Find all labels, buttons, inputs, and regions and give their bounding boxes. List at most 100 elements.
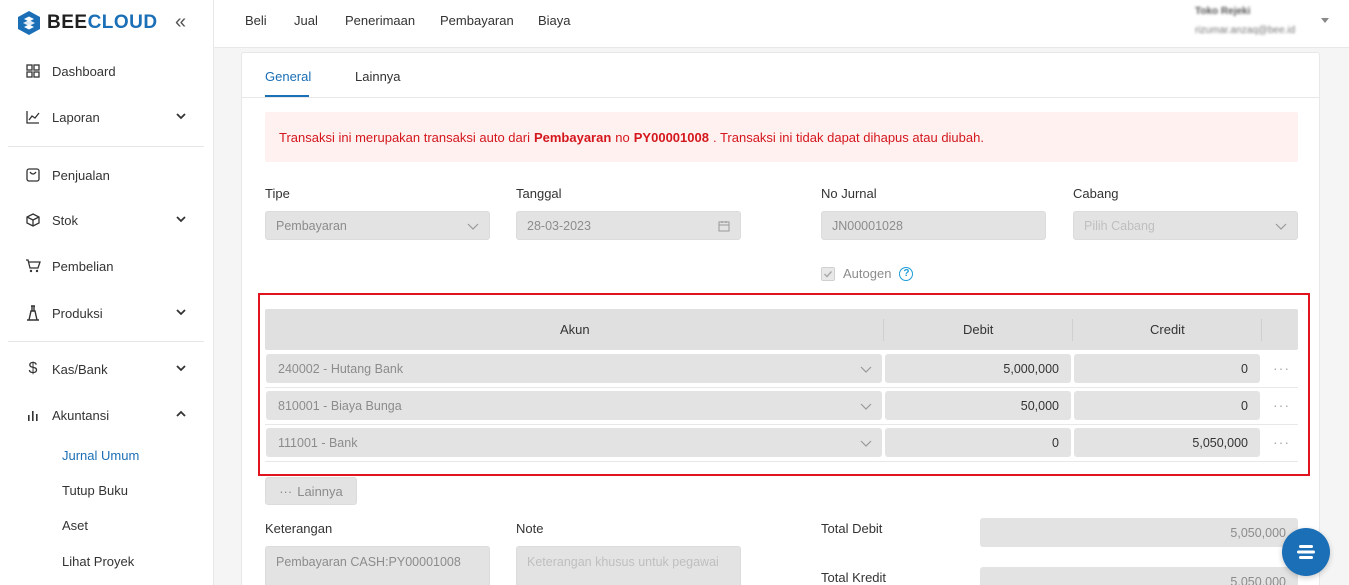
sidebar-item-label: Produksi bbox=[52, 305, 103, 321]
sidebar-item-label: Pembelian bbox=[52, 258, 114, 274]
brand-name: BEECLOUD bbox=[47, 12, 158, 33]
total-debit-label: Total Debit bbox=[821, 521, 883, 536]
tab-lainnya[interactable]: Lainnya bbox=[355, 69, 401, 84]
chevron-down-icon bbox=[1275, 223, 1287, 230]
chevron-down-icon bbox=[176, 309, 186, 316]
table-header: Akun Debit Credit bbox=[265, 309, 1298, 350]
sidebar-subitem-tutup-buku[interactable]: Tutup Buku bbox=[62, 483, 128, 498]
sales-icon bbox=[25, 167, 41, 183]
column-separator bbox=[1261, 319, 1262, 341]
tipe-select[interactable]: Pembayaran bbox=[265, 211, 490, 240]
credit-input[interactable]: 5,050,000 bbox=[1074, 428, 1260, 457]
nav-link-biaya[interactable]: Biaya bbox=[538, 13, 571, 28]
sidebar-divider bbox=[8, 341, 204, 342]
top-navbar: Beli Jual Penerimaan Pembayaran Biaya To… bbox=[214, 0, 1349, 48]
chevron-up-icon bbox=[176, 410, 186, 417]
collapse-sidebar-icon[interactable]: « bbox=[175, 12, 186, 32]
dashboard-icon bbox=[25, 63, 41, 79]
calendar-icon bbox=[718, 221, 730, 232]
sidebar-item-stok[interactable]: Stok bbox=[0, 200, 213, 240]
debit-input[interactable]: 50,000 bbox=[885, 391, 1071, 420]
cabang-select[interactable]: Pilih Cabang bbox=[1073, 211, 1298, 240]
chat-support-button[interactable] bbox=[1282, 528, 1330, 576]
sidebar-item-akuntansi[interactable]: Akuntansi bbox=[0, 395, 213, 435]
tipe-label: Tipe bbox=[265, 186, 290, 201]
autogen-checkbox[interactable] bbox=[821, 266, 835, 281]
column-header-credit: Credit bbox=[1150, 322, 1185, 337]
box-icon bbox=[25, 212, 41, 228]
nav-link-jual[interactable]: Jual bbox=[294, 13, 318, 28]
brand-logo[interactable]: BEECLOUD bbox=[17, 9, 158, 37]
user-name[interactable]: Toko Rejeki bbox=[1195, 6, 1250, 17]
note-textarea[interactable]: Keterangan khusus untuk pegawai bbox=[516, 546, 741, 585]
akun-select[interactable]: 240002 - Hutang Bank bbox=[266, 354, 882, 383]
chevron-down-icon bbox=[176, 365, 186, 372]
more-icon: ··· bbox=[279, 483, 293, 499]
sidebar-item-label: Penjualan bbox=[52, 167, 110, 183]
sidebar-item-label: Stok bbox=[52, 212, 79, 228]
total-kredit-value: 5,050,000 bbox=[980, 567, 1298, 585]
table-row: 240002 - Hutang Bank 5,000,000 0 ··· bbox=[265, 351, 1298, 388]
row-more-icon[interactable]: ··· bbox=[1273, 360, 1290, 376]
chevron-down-icon bbox=[860, 440, 872, 447]
auto-transaction-alert: Transaksi ini merupakan transaksi auto d… bbox=[265, 112, 1298, 162]
total-debit-value: 5,050,000 bbox=[980, 518, 1298, 547]
total-kredit-label: Total Kredit bbox=[821, 570, 887, 585]
autogen-checkbox-row[interactable]: Autogen ? bbox=[821, 266, 914, 281]
column-separator bbox=[1072, 319, 1073, 341]
sidebar-item-produksi[interactable]: Produksi bbox=[0, 293, 213, 333]
sidebar-item-label: Akuntansi bbox=[52, 407, 110, 423]
tab-general[interactable]: General bbox=[265, 69, 311, 84]
no-jurnal-input[interactable]: JN00001028 bbox=[821, 211, 1046, 240]
row-more-icon[interactable]: ··· bbox=[1273, 397, 1290, 413]
table-row: 111001 - Bank 0 5,050,000 ··· bbox=[265, 425, 1298, 462]
akun-select[interactable]: 810001 - Biaya Bunga bbox=[266, 391, 882, 420]
tab-divider bbox=[242, 97, 1319, 98]
sidebar-item-pembelian[interactable]: Pembelian bbox=[0, 246, 213, 286]
sidebar-divider bbox=[8, 146, 204, 147]
sidebar-item-label: Dashboard bbox=[52, 63, 116, 79]
cart-icon bbox=[25, 258, 41, 274]
sidebar-item-label: Laporan bbox=[52, 109, 100, 125]
note-label: Note bbox=[516, 521, 544, 536]
beecloud-logo-icon bbox=[18, 11, 40, 35]
autogen-label: Autogen bbox=[843, 266, 892, 281]
debit-input[interactable]: 0 bbox=[885, 428, 1071, 457]
user-menu-caret-icon[interactable] bbox=[1321, 18, 1329, 23]
no-jurnal-label: No Jurnal bbox=[821, 186, 877, 201]
sidebar-subitem-lihat-proyek[interactable]: Lihat Proyek bbox=[62, 554, 134, 569]
sidebar-item-kas-bank[interactable]: $ Kas/Bank bbox=[0, 349, 213, 389]
akun-select[interactable]: 111001 - Bank bbox=[266, 428, 882, 457]
user-email: rizumar.anzaq@bee.id bbox=[1195, 25, 1296, 36]
column-header-akun: Akun bbox=[560, 322, 590, 337]
cabang-label: Cabang bbox=[1073, 186, 1119, 201]
sidebar-item-penjualan[interactable]: Penjualan bbox=[0, 155, 213, 195]
nav-link-beli[interactable]: Beli bbox=[245, 13, 267, 28]
bar-chart-icon bbox=[25, 407, 41, 423]
credit-input[interactable]: 0 bbox=[1074, 391, 1260, 420]
lainnya-button[interactable]: ··· Lainnya bbox=[265, 477, 357, 505]
nav-link-penerimaan[interactable]: Penerimaan bbox=[345, 13, 415, 28]
row-more-icon[interactable]: ··· bbox=[1273, 434, 1290, 450]
sidebar-item-label: Kas/Bank bbox=[52, 361, 108, 377]
factory-icon bbox=[25, 305, 41, 321]
lainnya-button-label: Lainnya bbox=[297, 483, 343, 499]
chevron-down-icon bbox=[467, 223, 479, 230]
help-icon[interactable]: ? bbox=[899, 266, 914, 281]
sidebar-subitem-jurnal-umum[interactable]: Jurnal Umum bbox=[62, 448, 139, 463]
tanggal-label: Tanggal bbox=[516, 186, 562, 201]
sidebar-item-laporan[interactable]: Laporan bbox=[0, 97, 213, 137]
sidebar: BEECLOUD « Dashboard Laporan Penjualan S… bbox=[0, 0, 214, 585]
keterangan-textarea[interactable]: Pembayaran CASH:PY00001008 bbox=[265, 546, 490, 585]
sidebar-subitem-aset[interactable]: Aset bbox=[62, 518, 88, 533]
tanggal-datepicker[interactable]: 28-03-2023 bbox=[516, 211, 741, 240]
chat-icon bbox=[1297, 545, 1315, 559]
keterangan-label: Keterangan bbox=[265, 521, 333, 536]
nav-link-pembayaran[interactable]: Pembayaran bbox=[440, 13, 514, 28]
sidebar-item-dashboard[interactable]: Dashboard bbox=[0, 51, 213, 91]
debit-input[interactable]: 5,000,000 bbox=[885, 354, 1071, 383]
table-row: 810001 - Biaya Bunga 50,000 0 ··· bbox=[265, 388, 1298, 425]
credit-input[interactable]: 0 bbox=[1074, 354, 1260, 383]
chevron-down-icon bbox=[860, 366, 872, 373]
chart-line-icon bbox=[25, 109, 41, 125]
